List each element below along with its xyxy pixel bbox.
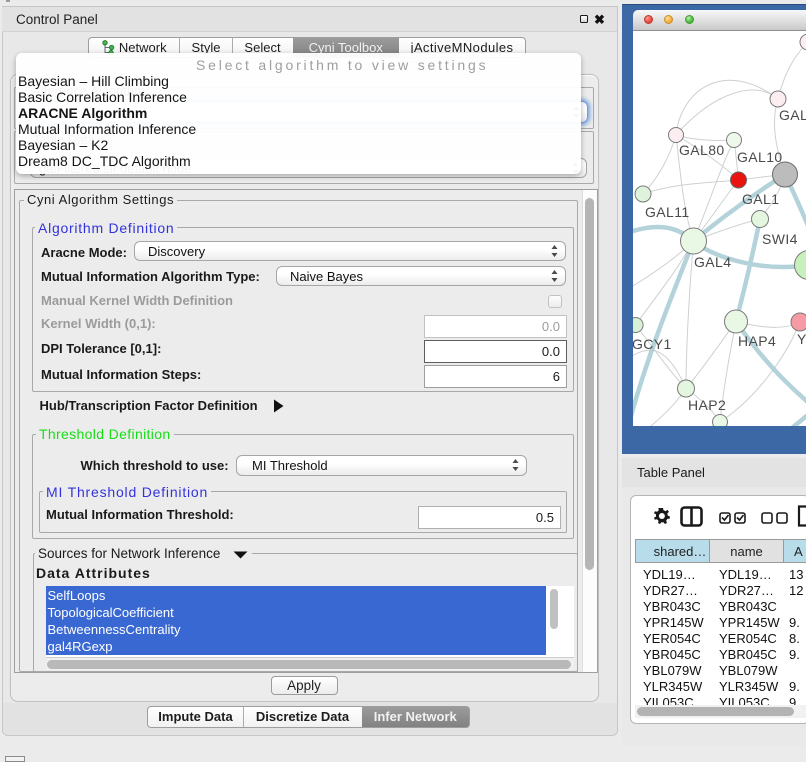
svg-text:GAL1: GAL1 — [742, 191, 779, 207]
svg-text:GAL10: GAL10 — [737, 149, 783, 165]
svg-text:HAP2: HAP2 — [688, 397, 726, 413]
svg-text:SWI4: SWI4 — [762, 231, 798, 247]
svg-text:GAL80: GAL80 — [679, 142, 725, 158]
svg-text:GAL4: GAL4 — [694, 254, 731, 270]
svg-text:HAP4: HAP4 — [738, 333, 776, 349]
svg-text:Y: Y — [797, 331, 806, 347]
svg-text:GAL11: GAL11 — [645, 204, 690, 220]
svg-text:GAL2: GAL2 — [779, 107, 806, 123]
svg-text:GCY1: GCY1 — [633, 336, 672, 352]
